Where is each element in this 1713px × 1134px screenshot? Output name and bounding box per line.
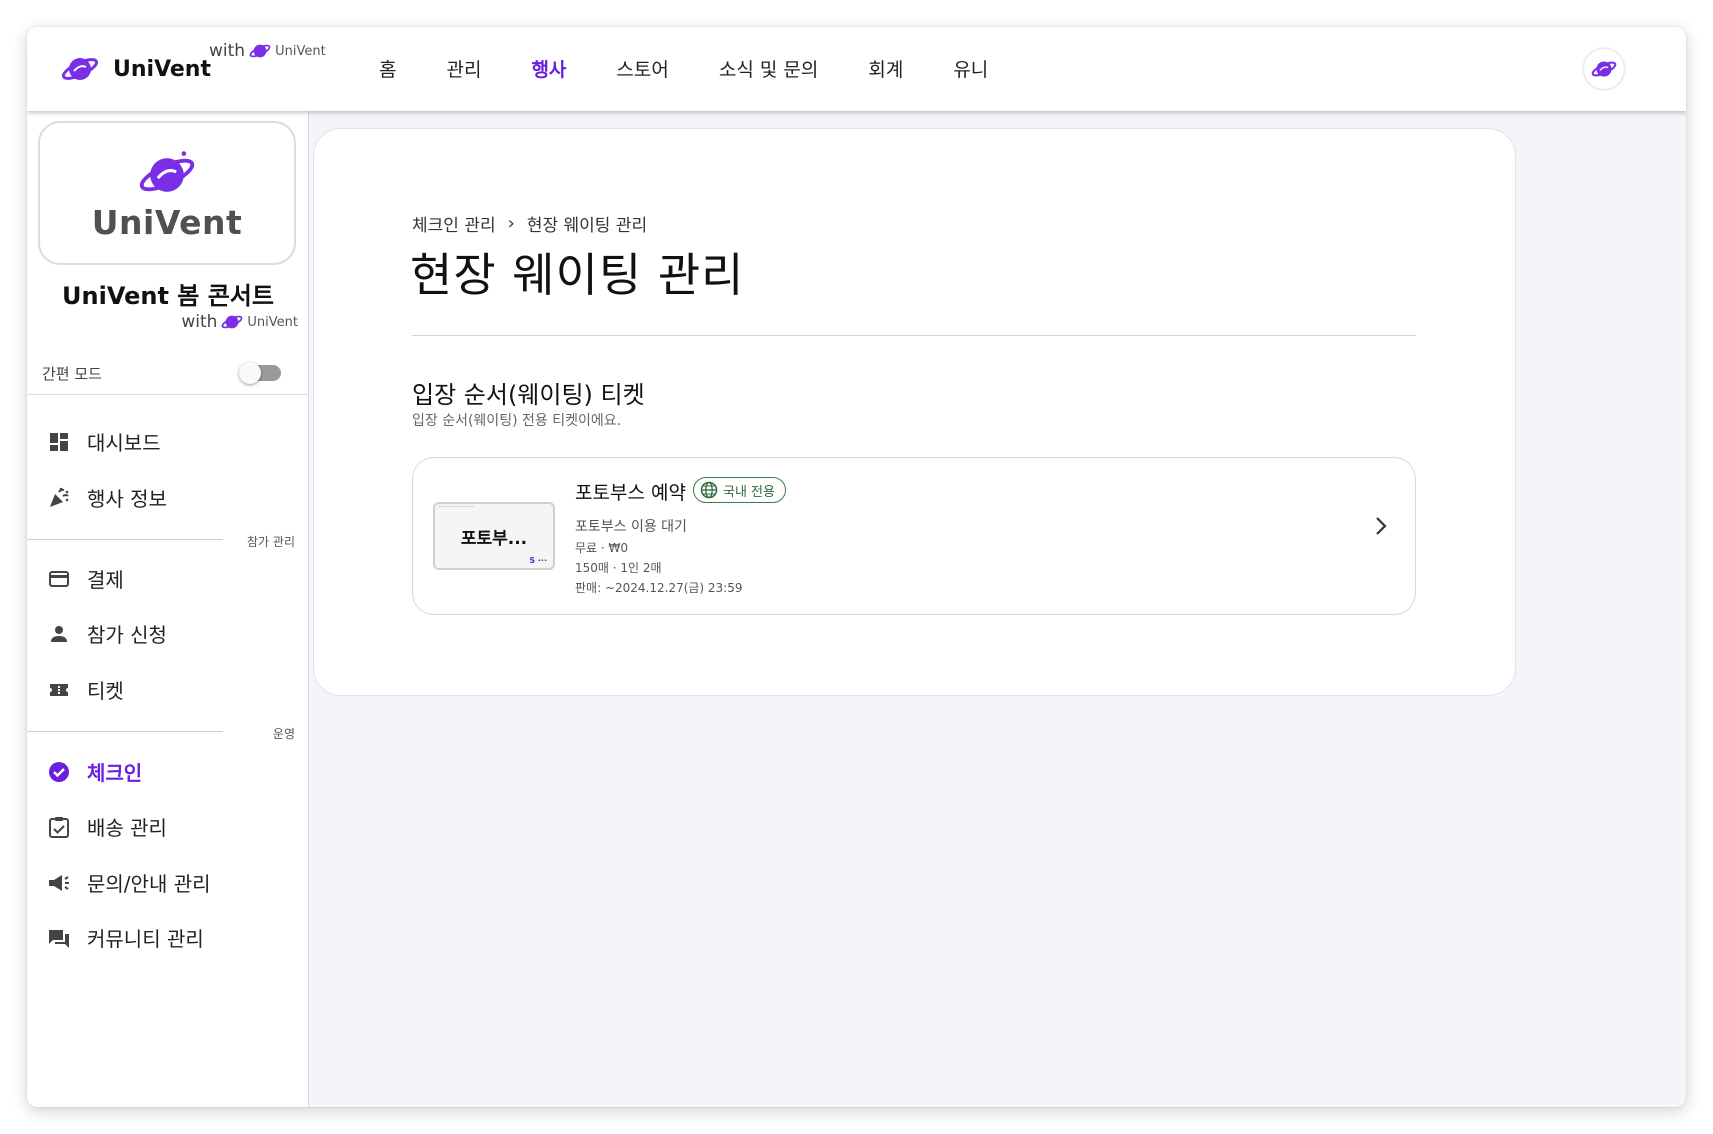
sidebar-divider: [27, 394, 309, 395]
nav-item-home[interactable]: 홈: [379, 55, 396, 82]
sidebar-item-dashboard[interactable]: 대시보드: [47, 427, 161, 456]
sidebar-item-label: 커뮤니티 관리: [87, 927, 204, 951]
section-subtitle: 입장 순서(웨이팅) 전용 티켓이에요.: [412, 413, 622, 429]
status-badge: 국내 전용: [693, 477, 786, 503]
clipboard-check-icon: [47, 815, 71, 839]
sidebar-item-checkin[interactable]: 체크인: [47, 757, 142, 786]
avatar[interactable]: [1584, 49, 1624, 89]
breadcrumb-item-checkin[interactable]: 체크인 관리: [412, 211, 496, 236]
nav-item-store[interactable]: 스토어: [616, 55, 668, 82]
with-text: with: [209, 41, 246, 61]
sidebar-item-delivery[interactable]: 배송 관리: [47, 812, 167, 841]
megaphone-icon: [47, 871, 71, 895]
planet-icon: [249, 44, 271, 58]
sidebar-item-label: 배송 관리: [87, 816, 167, 840]
with-univent-label: with UniVent: [181, 312, 298, 332]
brand-logo[interactable]: UniVent: [61, 47, 211, 91]
toggle-knob: [239, 362, 261, 384]
check-circle-icon: [47, 760, 71, 784]
dashboard-icon: [47, 430, 71, 454]
nav-item-uni[interactable]: 유니: [953, 55, 988, 82]
with-brand-text: UniVent: [275, 43, 326, 59]
section-label: 참가 관리: [247, 535, 295, 549]
planet-icon: [221, 315, 243, 329]
ticket-icon: [47, 678, 71, 702]
with-univent-label: with UniVent: [209, 41, 326, 61]
ticket-thumbnail: 포토부... S ···: [433, 502, 555, 570]
sidebar-item-label: 결제: [87, 568, 124, 592]
credit-card-icon: [47, 567, 71, 591]
event-logo-text: UniVent: [91, 203, 243, 242]
person-icon: [47, 622, 71, 646]
brand-name: UniVent: [113, 56, 211, 82]
with-brand-text: UniVent: [247, 314, 298, 330]
sidebar-item-label: 대시보드: [87, 431, 161, 455]
nav-item-manage[interactable]: 관리: [446, 55, 481, 82]
nav-item-events[interactable]: 행사: [531, 55, 566, 82]
event-title: UniVent 봄 콘서트: [62, 282, 274, 310]
with-text: with: [181, 312, 218, 332]
sidebar-item-label: 체크인: [87, 761, 143, 785]
sidebar-item-payment[interactable]: 결제: [47, 564, 124, 593]
mini-logo-icon: S ···: [529, 556, 547, 565]
section-title: 입장 순서(웨이팅) 티켓: [412, 381, 645, 409]
sidebar-item-registration[interactable]: 참가 신청: [47, 619, 167, 648]
top-navigation-bar: UniVent with UniVent 홈 관리 행사 스토어 소식 및 문의…: [27, 27, 1686, 111]
ticket-description: 포토부스 이용 대기: [575, 519, 687, 535]
ticket-card[interactable]: 포토부... S ··· 포토부스 예약 국내 전용 포토부스 이용 대기 무료…: [412, 457, 1416, 615]
event-logo-card: UniVent: [38, 121, 296, 265]
badge-label: 국내 전용: [723, 484, 775, 500]
planet-icon: [61, 58, 99, 80]
ticket-name: 포토부스 예약: [575, 482, 686, 504]
nav-item-news-inquiry[interactable]: 소식 및 문의: [719, 55, 818, 82]
sidebar-item-inquiry[interactable]: 문의/안내 관리: [47, 868, 211, 897]
thumbnail-decoration: [439, 506, 473, 509]
sidebar: UniVent UniVent 봄 콘서트 with UniVent 간편 모드…: [27, 111, 309, 1107]
title-divider: [412, 335, 1416, 336]
nav-item-accounting[interactable]: 회계: [868, 55, 903, 82]
planet-icon: [1591, 61, 1617, 77]
sidebar-item-community[interactable]: 커뮤니티 관리: [47, 923, 204, 952]
ticket-sale-period: 판매: ~2024.12.27(금) 23:59: [575, 581, 743, 595]
app-window: UniVent with UniVent 홈 관리 행사 스토어 소식 및 문의…: [27, 27, 1686, 1107]
page-title: 현장 웨이팅 관리: [410, 248, 745, 302]
ticket-thumbnail-label: 포토부...: [460, 528, 528, 549]
simple-mode-label: 간편 모드: [42, 365, 102, 383]
breadcrumb-item-current: 현장 웨이팅 관리: [526, 216, 648, 236]
simple-mode-toggle[interactable]: [239, 362, 281, 384]
section-divider: [27, 539, 223, 540]
section-label: 운영: [272, 727, 295, 741]
sidebar-item-label: 문의/안내 관리: [87, 872, 211, 896]
globe-icon: [700, 481, 718, 499]
chevron-right-icon: ›: [507, 213, 515, 234]
forum-icon: [47, 926, 71, 950]
breadcrumb: 체크인 관리 › 현장 웨이팅 관리: [412, 211, 647, 236]
section-divider: [27, 731, 223, 732]
main-content-card: 체크인 관리 › 현장 웨이팅 관리 현장 웨이팅 관리 입장 순서(웨이팅) …: [313, 128, 1516, 696]
ticket-price: 무료 · ₩0: [575, 541, 629, 555]
sidebar-item-event-info[interactable]: 행사 정보: [47, 483, 167, 512]
celebration-icon: [47, 486, 71, 510]
sidebar-item-ticket[interactable]: 티켓: [47, 675, 124, 704]
main-nav: 홈 관리 행사 스토어 소식 및 문의 회계 유니: [379, 55, 1038, 82]
chevron-right-icon[interactable]: [1369, 514, 1393, 538]
sidebar-item-label: 행사 정보: [87, 487, 167, 511]
sidebar-item-label: 티켓: [87, 679, 124, 703]
planet-icon: [139, 151, 195, 192]
sidebar-item-label: 참가 신청: [87, 623, 167, 647]
ticket-quantity: 150매 · 1인 2매: [575, 561, 662, 575]
